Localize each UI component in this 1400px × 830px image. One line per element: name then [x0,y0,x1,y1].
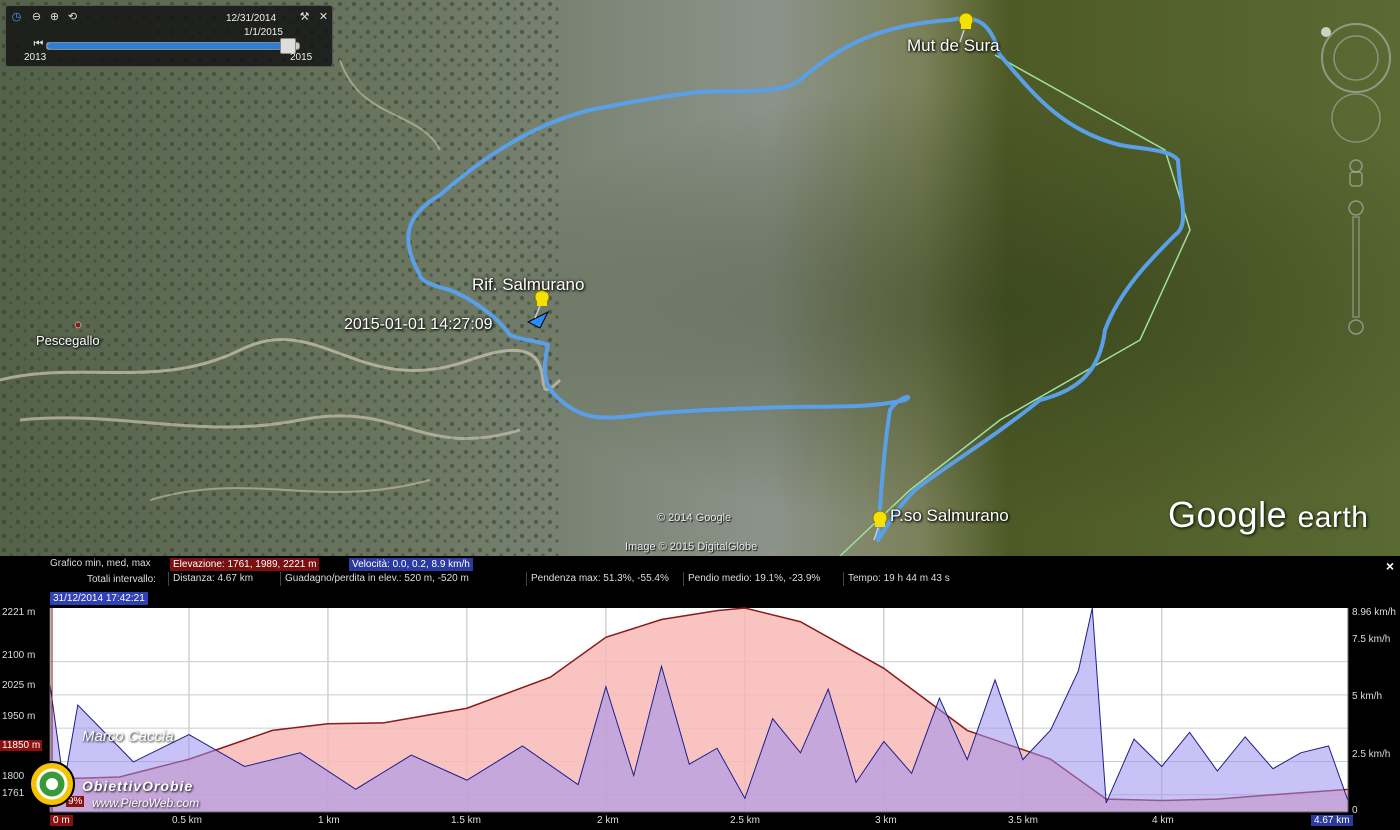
time-slider-fill [47,43,287,49]
time-slider-track[interactable] [46,42,300,50]
y-tick-left: 1761 [2,788,25,799]
current-date: 1/1/2015 [244,27,283,38]
x-tick: 2 km [597,815,619,826]
satellite-imagery [0,0,1400,556]
label-timestamp: 2015-01-01 14:27:09 [344,316,493,333]
slope-avg-stat: Pendio medio: 19.1%, -23.9% [683,572,820,586]
y-tick-right: 2.5 km/h [1352,749,1391,760]
x-tick: 4 km [1152,815,1174,826]
step-back-icon[interactable]: ⏮ [32,38,45,51]
y-tick-left: 1800 [2,771,25,782]
google-earth-logo: Google earth [1168,494,1369,535]
x-tick: 3.5 km [1008,815,1039,826]
north-icon [1321,27,1331,37]
zoom-minus-icon [1348,319,1364,335]
navigation-controls[interactable] [1318,22,1396,342]
label-passo-salmurano[interactable]: P.so Salmurano [890,506,1009,526]
elevation-speed-chart[interactable] [0,604,1400,830]
graph-label: Grafico min, med, max [50,558,151,569]
time-slider-panel: ◷ ⊖ ⊕ ⟲ 12/31/2014 ⚒ ✕ 1/1/2015 ⏮ 2013 2… [5,5,333,67]
y-tick-right: 5 km/h [1352,691,1383,702]
elevation-profile-panel: Grafico min, med, max Elevazione: 1761, … [0,556,1400,830]
map-view[interactable]: Mut de Sura Rif. Salmurano 2015-01-01 14… [0,0,1400,556]
slope-max-stat: Pendenza max: 51.3%, -55.4% [526,572,669,586]
move-ring-icon [1331,93,1381,143]
elevation-stats[interactable]: Elevazione: 1761, 1989, 2221 m [170,558,320,571]
copyright-digitalglobe: Image © 2015 DigitalGlobe [625,541,758,553]
x-tick: 1 km [318,815,340,826]
zoom-plus-icon [1348,200,1364,216]
time-stat: Tempo: 19 h 44 m 43 s [843,572,950,586]
label-mut-de-sura[interactable]: Mut de Sura [907,36,1000,56]
obiettivorobie-logo-icon [29,761,75,807]
x-tick: 1.5 km [451,815,482,826]
speed-stats[interactable]: Velocità: 0.0, 0.2, 8.9 km/h [349,558,473,571]
watermark-url: www.PieroWeb.com [92,796,200,810]
x-tick: 2.5 km [730,815,761,826]
x-tick-end: 4.67 km [1311,815,1353,826]
label-pescegallo[interactable]: Pescegallo [36,333,100,348]
pegman-icon [1349,159,1363,173]
start-year: 2013 [24,52,47,63]
close-profile-button[interactable]: × [1386,558,1394,574]
end-date: 12/31/2014 [226,13,277,24]
y-tick-left: 2221 m [2,607,36,618]
y-tick-left: 2025 m [2,680,36,691]
zoom-in-time-icon[interactable]: ⊕ [48,11,61,24]
x-tick: 3 km [875,815,897,826]
wrench-icon[interactable]: ⚒ [298,11,311,24]
x-tick: 0.5 km [172,815,203,826]
zoom-slider [1352,216,1360,318]
look-ring-icon [1321,23,1391,93]
label-rif-salmurano[interactable]: Rif. Salmurano [472,275,584,295]
y-tick-left: 1950 m [2,711,36,722]
watermark-author: Marco Caccia [82,728,174,745]
zoom-out-time-icon[interactable]: ⊖ [30,11,43,24]
close-icon[interactable]: ✕ [317,11,330,24]
copyright-google: © 2014 Google [657,512,732,524]
y-tick-cursor: 11850 m [0,740,43,751]
x-tick-cursor: 0 m [50,815,73,826]
gain-stat: Guadagno/perdita in elev.: 520 m, -520 m [280,572,469,586]
y-tick-right: 7.5 km/h [1352,634,1391,645]
y-tick-right: 8.96 km/h [1352,607,1396,618]
history-icon[interactable]: ⟲ [66,11,79,24]
y-tick-right: 0 [1352,805,1358,816]
end-year: 2015 [290,52,313,63]
clock-icon[interactable]: ◷ [10,11,23,24]
distance-stat: Distanza: 4.67 km [168,572,253,586]
y-tick-left: 2100 m [2,650,36,661]
watermark-brand: ObiettivOrobie [82,778,194,794]
totals-label: Totali intervallo: [87,574,156,585]
